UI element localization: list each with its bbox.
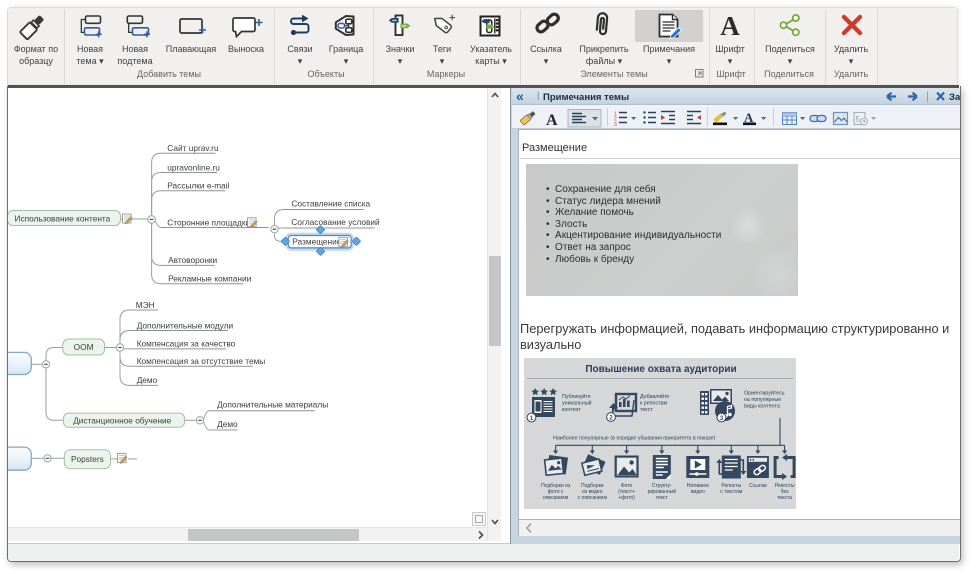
svg-text:Сторонние площадки: Сторонние площадки xyxy=(167,217,250,227)
svg-text:Компенсация за отсутствие темы: Компенсация за отсутствие темы xyxy=(137,356,266,366)
svg-text:Ориентируйтесьна популярныевид: Ориентируйтесьна популярныевиды контента xyxy=(744,390,785,410)
svg-text:Рекламные компании: Рекламные компании xyxy=(168,274,251,284)
svg-text:МЭН: МЭН xyxy=(136,300,155,310)
svg-text:Повышение охвата аудитории: Повышение охвата аудитории xyxy=(585,364,736,375)
svg-text:Дополнительные модули: Дополнительные модули xyxy=(137,320,234,330)
svg-text:Демо: Демо xyxy=(137,375,158,385)
svg-text:Демо: Демо xyxy=(217,419,238,429)
svg-text:Использование контента: Использование контента xyxy=(15,213,111,223)
svg-text:Popsters: Popsters xyxy=(71,454,104,464)
svg-text:Репостыс текстом: Репостыс текстом xyxy=(720,483,743,495)
svg-text:Наиболее популярные (в порядке: Наиболее популярные (в порядке убывания … xyxy=(553,436,716,442)
svg-text:upravonline.ru: upravonline.ru xyxy=(167,162,220,172)
svg-text:Дистанционное обучение: Дистанционное обучение xyxy=(73,416,171,426)
svg-text:Размещение: Размещение xyxy=(292,237,341,247)
svg-text:Дополнительные материалы: Дополнительные материалы xyxy=(217,400,328,410)
svg-text:Рассылки e-mail: Рассылки e-mail xyxy=(167,181,229,191)
svg-text:5: 5 xyxy=(856,115,861,124)
svg-text:Сайт uprav.ru: Сайт uprav.ru xyxy=(167,143,219,153)
svg-text:3: 3 xyxy=(614,122,617,128)
svg-text:A: A xyxy=(720,11,740,41)
svg-text:OOM: OOM xyxy=(74,342,94,352)
svg-text:Согласование условий: Согласование условий xyxy=(291,217,380,227)
svg-text:Автоворонки: Автоворонки xyxy=(168,255,217,265)
svg-text:Компенсация за качество: Компенсация за качество xyxy=(137,339,236,349)
svg-text:Ссылки: Ссылки xyxy=(749,483,767,489)
svg-text:Составление списка: Составление списка xyxy=(291,198,370,208)
svg-text:A: A xyxy=(546,112,558,129)
